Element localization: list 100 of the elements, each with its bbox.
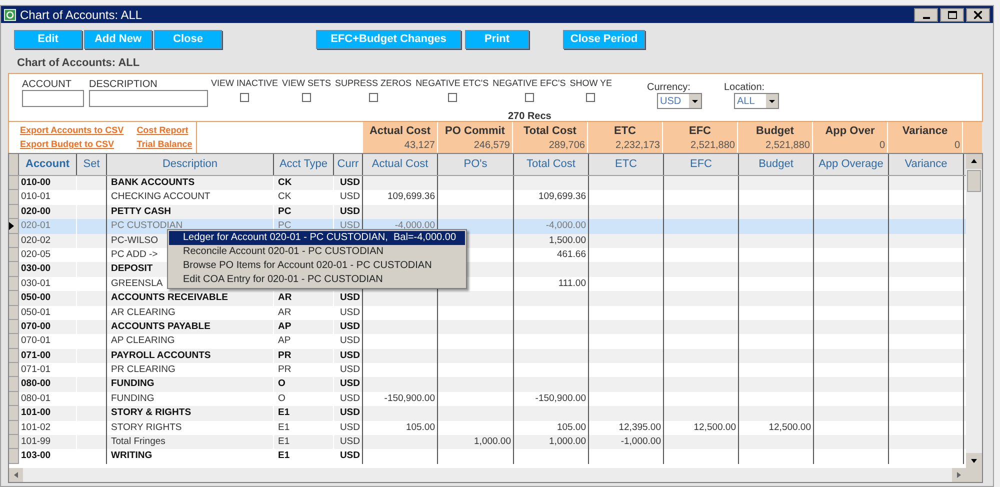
table-cell: WRITING	[111, 450, 152, 462]
table-cell: STORY RIGHTS	[111, 422, 182, 433]
table-cell: PR CLEARING	[111, 364, 176, 376]
table-cell: 105.00	[556, 422, 586, 433]
table-cell: -4,000.00	[394, 220, 435, 232]
table-cell: 070-00	[21, 320, 51, 332]
table-cell: CK	[278, 177, 292, 188]
table-cell: USD	[340, 378, 360, 390]
table-cell: USD	[340, 436, 360, 448]
field-label: ACCOUNT	[22, 78, 72, 90]
table-cell: 020-05	[21, 248, 51, 260]
checkbox-label: VIEW SETS	[282, 77, 332, 90]
table-cell: FUNDING	[111, 378, 154, 390]
table-cell: PETTY CASH	[111, 206, 172, 217]
table-cell: 050-01	[21, 306, 51, 318]
table-cell: 071-00	[21, 350, 51, 361]
table-cell: FUNDING	[111, 392, 154, 404]
table-cell: Total Fringes	[111, 436, 166, 448]
table-cell: PAYROLL ACCOUNTS	[111, 350, 211, 361]
table-cell: AP	[278, 320, 292, 332]
table-cell: USD	[340, 350, 360, 361]
summary-label: App Over	[824, 124, 876, 138]
checkbox-label: VIEW INACTIVE	[211, 77, 278, 90]
field-label: DESCRIPTION	[89, 78, 158, 90]
table-cell: 101-02	[21, 422, 51, 433]
table-cell: USD	[340, 364, 360, 376]
page-heading: Chart of Accounts: ALL	[17, 56, 141, 69]
table-cell: AR	[278, 292, 292, 304]
table-cell: PC-WILSO	[111, 234, 158, 246]
table-cell: USD	[340, 450, 360, 462]
table-cell: AR	[278, 306, 292, 318]
table-cell: USD	[340, 320, 360, 332]
table-cell: 020-02	[21, 234, 51, 246]
table-cell: E1	[278, 407, 290, 418]
table-cell: 461.66	[556, 248, 586, 260]
summary-label: PO Commit	[444, 124, 506, 138]
table-cell: AP CLEARING	[111, 335, 175, 346]
table-cell: 111.00	[558, 278, 586, 289]
summary-value: 2,521,880	[764, 139, 811, 153]
dropdown-label: Currency:	[647, 81, 692, 93]
summary-label: Budget	[755, 124, 795, 138]
table-cell: 12,500.00	[768, 422, 811, 433]
summary-value: 2,521,880	[690, 139, 736, 153]
summary-label: EFC	[688, 124, 712, 138]
summary-value: 0	[953, 139, 961, 153]
table-cell: CHECKING ACCOUNT	[111, 191, 210, 202]
table-cell: BANK ACCOUNTS	[111, 177, 195, 188]
table-cell: E1	[278, 450, 290, 462]
summary-value: 246,579	[472, 139, 511, 153]
table-cell: 030-00	[21, 263, 51, 274]
table-cell: 109,699.36	[538, 191, 586, 202]
table-cell: -4,000.00	[546, 220, 586, 232]
table-cell: 1,000.00	[549, 436, 586, 448]
table-cell: PR	[278, 364, 292, 376]
table-cell: 070-01	[21, 335, 51, 346]
table-cell: PC	[278, 206, 292, 217]
table-cell: USD	[340, 220, 360, 232]
table-cell: GREENSLA	[111, 278, 163, 289]
table-cell: 12,395.00	[618, 422, 661, 433]
table-cell: 1,000.00	[474, 436, 511, 448]
checkbox-label: SHOW YE	[570, 77, 612, 90]
table-cell: -150,900.00	[384, 392, 435, 404]
table-cell: USD	[340, 206, 360, 217]
table-cell: PR	[278, 350, 292, 361]
checkbox-label: NEGATIVE ETC'S	[416, 77, 489, 90]
checkbox-label: SUPRESS ZEROS	[335, 77, 412, 90]
summary-label: Variance	[901, 124, 949, 138]
table-cell: 050-00	[21, 292, 51, 304]
table-cell: USD	[340, 335, 360, 346]
table-cell: PC ADD ->	[111, 248, 158, 260]
checkbox-label: NEGATIVE EFC'S	[492, 77, 566, 90]
table-cell: 080-00	[21, 378, 51, 390]
summary-value: 43,127	[403, 139, 436, 153]
table-cell: 030-01	[21, 278, 51, 289]
table-cell: AP	[278, 335, 291, 346]
table-cell: USD	[340, 407, 360, 418]
summary-label: Total Cost	[522, 124, 578, 138]
table-cell: -150,900.00	[535, 392, 586, 404]
table-cell: E1	[278, 436, 290, 448]
table-cell: USD	[340, 306, 360, 318]
window-title: Chart of Accounts: ALL	[20, 6, 142, 24]
dropdown-value: USD	[659, 94, 682, 108]
summary-value: 0	[878, 139, 886, 153]
summary-label: ETC	[613, 124, 637, 138]
table-cell: 1,500.00	[549, 234, 586, 246]
table-cell: STORY & RIGHTS	[111, 407, 192, 418]
table-cell: O	[278, 392, 286, 404]
summary-value: 2,232,173	[614, 139, 661, 153]
table-cell: 080-01	[21, 392, 51, 404]
table-cell: 12,500.00	[694, 422, 736, 433]
dropdown-value: ALL	[736, 94, 755, 108]
table-cell: 101-99	[21, 436, 51, 448]
table-cell: 020-00	[21, 206, 51, 217]
table-cell: 010-01	[21, 191, 51, 202]
table-cell: ACCOUNTS PAYABLE	[111, 320, 210, 332]
table-cell: 103-00	[21, 450, 51, 462]
table-cell: -1,000.00	[620, 436, 661, 448]
dropdown-label: Location:	[724, 81, 766, 93]
table-cell: DEPOSIT	[111, 263, 153, 274]
table-cell: E1	[278, 422, 290, 433]
